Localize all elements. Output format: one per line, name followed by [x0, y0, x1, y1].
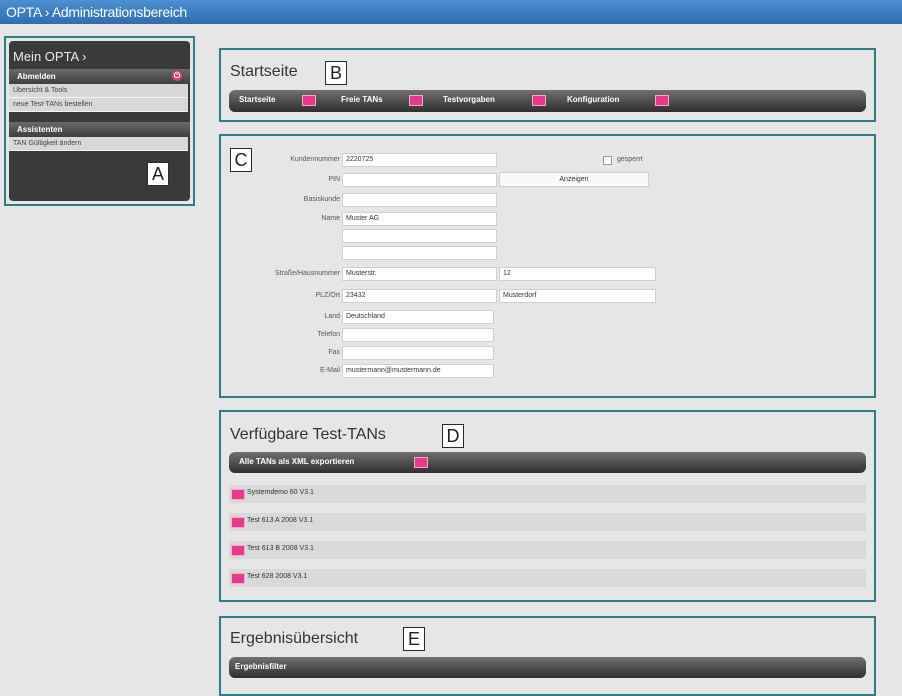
- results-filter-button[interactable]: Ergebnisfilter: [235, 662, 287, 671]
- email-field[interactable]: mustermann@mustermann.de: [342, 364, 494, 378]
- results-panel: [219, 616, 876, 696]
- country-label: Land: [324, 313, 340, 320]
- export-arrow-icon: [414, 457, 428, 468]
- export-bar: Alle TANs als XML exportieren: [229, 452, 866, 473]
- city-field[interactable]: Musterdorf: [499, 289, 656, 303]
- nav-startseite-arrow-icon: [302, 95, 316, 106]
- sidebar-section-assistants: Assistenten: [9, 122, 190, 137]
- sidebar-item-order-tans[interactable]: neue Test-TANs bestellen: [9, 98, 188, 112]
- nav-konfiguration[interactable]: Konfiguration: [567, 95, 619, 104]
- callout-b: B: [325, 61, 347, 85]
- fax-label: Fax: [328, 349, 340, 356]
- tan-item-arrow-icon: [231, 545, 245, 556]
- street-label: Straße/Hausnummer: [275, 270, 340, 277]
- tan-item-arrow-icon: [231, 573, 245, 584]
- sidebar-title[interactable]: Mein OPTA ›: [9, 41, 190, 67]
- tan-item-arrow-icon: [231, 517, 245, 528]
- callout-d: D: [442, 424, 464, 448]
- phone-field[interactable]: [342, 328, 494, 342]
- house-number-field[interactable]: 12: [499, 267, 656, 281]
- nav-freie-tans[interactable]: Freie TANs: [341, 95, 383, 104]
- tan-item-label: Test 613 B 2008 V3.1: [247, 545, 314, 552]
- customer-number-field[interactable]: 2220725: [342, 153, 497, 167]
- tan-list-item[interactable]: Systemdemo 60 V3.1: [229, 485, 866, 503]
- fax-field[interactable]: [342, 346, 494, 360]
- street-field[interactable]: Musterstr.: [342, 267, 497, 281]
- nav-freie-tans-arrow-icon: [409, 95, 423, 106]
- logout-button[interactable]: Abmelden ⏻: [9, 69, 190, 84]
- tan-list-item[interactable]: Test 613 A 2008 V3.1: [229, 513, 866, 531]
- results-filter-bar: Ergebnisfilter: [229, 657, 866, 678]
- start-title: Startseite: [230, 63, 298, 80]
- tan-list-item[interactable]: Test 613 B 2008 V3.1: [229, 541, 866, 559]
- export-xml-button[interactable]: Alle TANs als XML exportieren: [239, 457, 354, 466]
- phone-label: Telefon: [317, 331, 340, 338]
- nav-testvorgaben[interactable]: Testvorgaben: [443, 95, 495, 104]
- show-pin-button[interactable]: Anzeigen: [499, 172, 649, 187]
- results-title: Ergebnisübersicht: [230, 630, 359, 647]
- pin-field[interactable]: [342, 173, 497, 187]
- tan-item-label: Test 628 2008 V3.1: [247, 573, 308, 580]
- name-label: Name: [321, 215, 340, 222]
- master-customer-label: Basiskunde: [303, 196, 340, 203]
- name-line3-field[interactable]: [342, 246, 497, 260]
- window-title: OPTA › Administrationsbereich: [6, 4, 187, 20]
- callout-c: C: [230, 148, 252, 172]
- nav-startseite[interactable]: Startseite: [239, 95, 275, 104]
- window-titlebar: OPTA › Administrationsbereich: [0, 0, 902, 24]
- zip-city-label: PLZ/Ort: [315, 292, 340, 299]
- tan-title: Verfügbare Test-TANs: [230, 426, 386, 443]
- tan-item-label: Test 613 A 2008 V3.1: [247, 517, 314, 524]
- tan-item-arrow-icon: [231, 489, 245, 500]
- logout-icon[interactable]: ⏻: [172, 71, 182, 81]
- start-navbar: Startseite Freie TANs Testvorgaben Konfi…: [229, 90, 866, 112]
- assistants-label: Assistenten: [17, 125, 63, 134]
- locked-checkbox[interactable]: [603, 156, 612, 165]
- name-field[interactable]: Muster AG: [342, 212, 497, 226]
- email-label: E-Mail: [320, 367, 340, 374]
- locked-label: gesperrt: [617, 156, 643, 163]
- sidebar-item-tan-validity[interactable]: TAN Gültigkeit ändern: [9, 137, 188, 151]
- nav-konfiguration-arrow-icon: [655, 95, 669, 106]
- tan-list-item[interactable]: Test 628 2008 V3.1: [229, 569, 866, 587]
- logout-label: Abmelden: [17, 72, 56, 81]
- callout-a: A: [147, 162, 169, 186]
- master-customer-field[interactable]: [342, 193, 497, 207]
- name-line2-field[interactable]: [342, 229, 497, 243]
- pin-label: PIN: [328, 176, 340, 183]
- country-field[interactable]: Deutschland: [342, 310, 494, 324]
- zip-field[interactable]: 23432: [342, 289, 497, 303]
- tan-item-label: Systemdemo 60 V3.1: [247, 489, 314, 496]
- sidebar-item-overview[interactable]: Übersicht & Tools: [9, 84, 188, 98]
- nav-testvorgaben-arrow-icon: [532, 95, 546, 106]
- customer-number-label: Kundennummer: [290, 156, 340, 163]
- callout-e: E: [403, 627, 425, 651]
